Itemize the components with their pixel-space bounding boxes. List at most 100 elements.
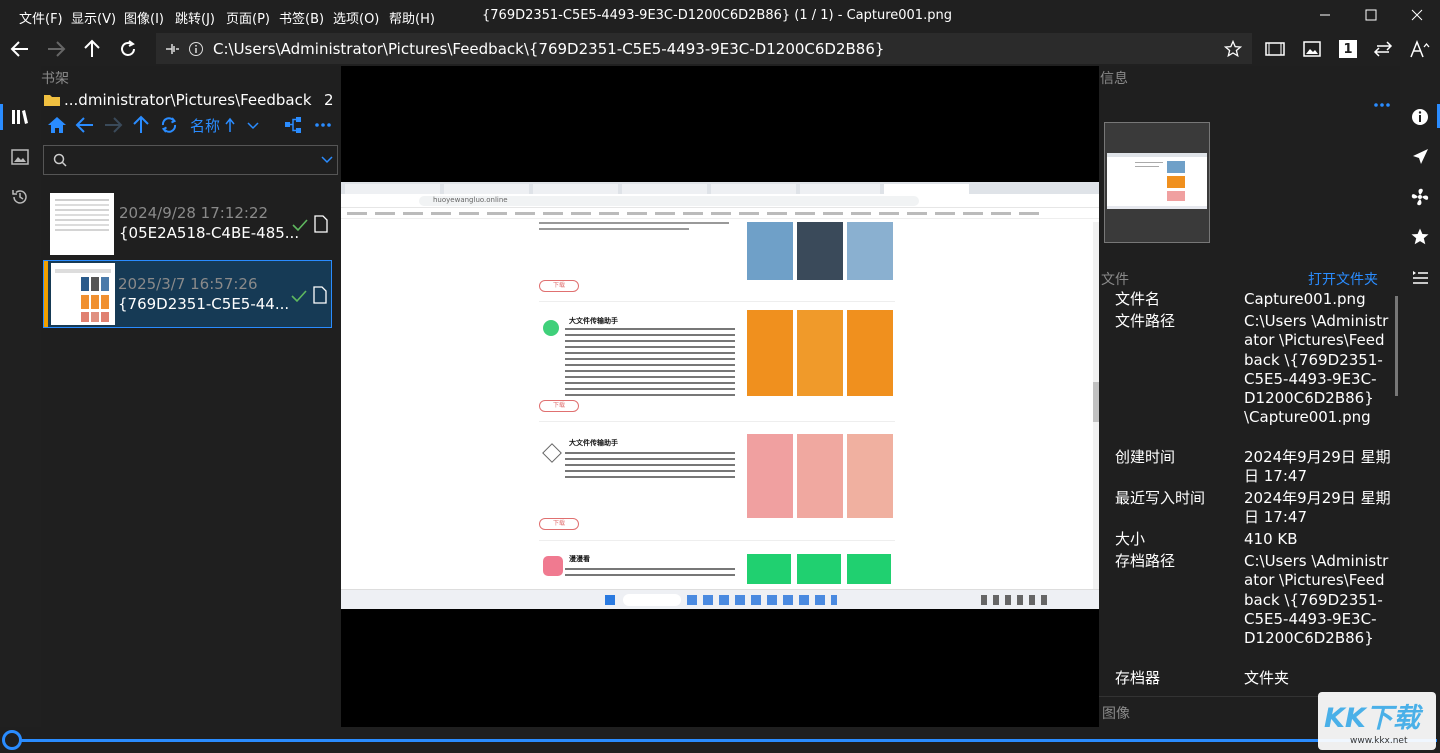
menu-help[interactable]: 帮助(H) — [389, 8, 435, 27]
direction-button[interactable] — [1370, 37, 1396, 61]
image-icon — [11, 149, 29, 165]
bookshelf-title: 书架 — [41, 71, 69, 87]
menu-file[interactable]: 文件(F) — [19, 8, 63, 27]
sort-label: 名称 — [190, 116, 221, 135]
window-title: {769D2351-C5E5-4493-9E3C-D1200C6D2B86} (… — [482, 8, 952, 23]
browser-url: huoyewangluo.online — [433, 196, 508, 204]
shelf-refresh-button[interactable] — [158, 114, 180, 136]
shelf-up-button[interactable] — [130, 114, 152, 136]
menu-view[interactable]: 显示(V) — [71, 8, 116, 27]
pagelist-tab[interactable] — [7, 146, 33, 168]
check-icon — [292, 219, 308, 232]
list-item-selected[interactable]: 2025/3/7 16:57:26 {769D2351-C5E5-44... — [43, 260, 332, 328]
star-outline-icon — [1224, 40, 1242, 58]
info-scrollbar[interactable] — [1395, 296, 1398, 396]
up-button[interactable] — [78, 36, 106, 62]
menu-jump[interactable]: 跳转(J) — [175, 8, 215, 27]
image-viewer[interactable]: huoyewangluo.online 下载 大文件传输助手 下载 大文件传输助… — [341, 66, 1099, 727]
info-icon — [1412, 109, 1428, 125]
forward-button[interactable] — [42, 36, 70, 62]
effect-tab[interactable] — [1408, 186, 1432, 208]
current-folder: ...dministrator\Pictures\Feedback — [64, 91, 312, 109]
page-slider-thumb[interactable] — [2, 730, 22, 750]
info-label: 最近写入时间 — [1115, 489, 1206, 507]
home-icon — [48, 117, 66, 133]
minimize-button[interactable] — [1302, 0, 1348, 30]
font-size-button[interactable] — [1407, 37, 1433, 61]
search-icon — [53, 153, 67, 167]
arrow-left-icon — [10, 41, 28, 57]
section-title: 漫漫看 — [569, 555, 590, 563]
info-icon — [187, 40, 205, 58]
close-icon — [1411, 9, 1423, 21]
info-value: 2024年9月29日 星期日 17:47 — [1244, 489, 1391, 527]
bookshelf-panel: 书架 ...dministrator\Pictures\Feedback 2 名… — [41, 66, 341, 727]
info-label: 大小 — [1115, 530, 1146, 548]
info-panel: 信息 文件 打开文件夹 文件名 Capture001.png 文件路径 C:\U… — [1099, 66, 1400, 727]
menu-options[interactable]: 选项(O) — [333, 8, 379, 27]
displayed-screenshot: huoyewangluo.online 下载 大文件传输助手 下载 大文件传输助… — [341, 182, 1099, 609]
folder-icon — [43, 92, 61, 106]
check-icon — [291, 290, 307, 303]
address-field[interactable]: C:\Users\Administrator\Pictures\Feedback… — [156, 33, 1252, 64]
info-value: C:\Users \Administrator \Pictures\Feedba… — [1244, 312, 1389, 427]
bookshelf-tab[interactable] — [7, 106, 33, 128]
share-button[interactable] — [282, 114, 304, 136]
item-name: {05E2A518-C4BE-485... — [119, 224, 300, 242]
close-button[interactable] — [1394, 0, 1440, 30]
chevron-down-icon — [321, 156, 333, 164]
minimize-icon — [1320, 14, 1330, 16]
section-title: 大文件传输助手 — [569, 439, 618, 447]
shelf-forward-button[interactable] — [102, 114, 124, 136]
bookmark-star-button[interactable] — [1223, 39, 1243, 59]
shelf-back-button[interactable] — [74, 114, 96, 136]
refresh-button[interactable] — [114, 36, 142, 62]
sync-icon — [161, 117, 177, 133]
info-value: C:\Users \Administrator \Pictures\Feedba… — [1244, 552, 1389, 648]
list-icon — [1413, 271, 1428, 284]
watermark-url: www.kkx.net — [1350, 736, 1408, 746]
navigate-tab[interactable] — [1408, 146, 1432, 168]
single-page-button[interactable]: 1 — [1336, 37, 1360, 61]
page-badge: 1 — [1339, 40, 1357, 58]
search-box[interactable] — [43, 145, 338, 175]
playlist-tab[interactable] — [1408, 266, 1432, 288]
info-value: 文件夹 — [1244, 669, 1290, 687]
page-slider-track[interactable] — [12, 739, 1437, 742]
maximize-button[interactable] — [1348, 0, 1394, 30]
more-button[interactable] — [312, 114, 334, 136]
image-view-button[interactable] — [1299, 37, 1325, 61]
favorites-tab[interactable] — [1408, 226, 1432, 248]
item-name: {769D2351-C5E5-44... — [118, 295, 290, 313]
rail-active-indicator — [0, 104, 3, 130]
sort-dropdown[interactable]: 名称 — [190, 114, 260, 136]
info-label: 存档路径 — [1115, 552, 1176, 570]
watermark-logo: KK下载 www.kkx.net — [1318, 692, 1436, 750]
list-item[interactable]: 2024/9/28 17:12:22 {05E2A518-C4BE-485... — [43, 190, 339, 258]
sort-arrow-icon — [225, 117, 235, 132]
info-tab[interactable] — [1408, 106, 1432, 128]
download-button: 下载 — [539, 518, 579, 530]
font-icon — [1410, 39, 1430, 58]
home-button[interactable] — [46, 114, 68, 136]
arrow-left-icon — [75, 117, 93, 133]
more-dots-icon — [315, 123, 331, 127]
arrow-right-icon — [105, 117, 123, 133]
info-label: 创建时间 — [1115, 448, 1176, 466]
search-input[interactable] — [72, 149, 312, 171]
star-icon — [1411, 228, 1429, 245]
info-label: 文件路径 — [1115, 312, 1176, 330]
back-button[interactable] — [6, 36, 34, 62]
menu-page[interactable]: 页面(P) — [226, 8, 270, 27]
item-date: 2024/9/28 17:12:22 — [119, 204, 269, 222]
page-slider-bar — [0, 727, 1440, 753]
history-tab[interactable] — [7, 186, 33, 208]
chevron-down-icon — [247, 122, 259, 130]
menu-bookmark[interactable]: 书签(B) — [279, 8, 324, 27]
arrow-right-icon — [48, 41, 66, 57]
panel-toggle-button[interactable] — [1262, 37, 1288, 61]
menu-image[interactable]: 图像(I) — [124, 8, 164, 27]
item-count: 2 — [324, 91, 334, 109]
watermark-text: KK下载 — [1324, 703, 1420, 734]
pin-icon — [163, 40, 181, 58]
